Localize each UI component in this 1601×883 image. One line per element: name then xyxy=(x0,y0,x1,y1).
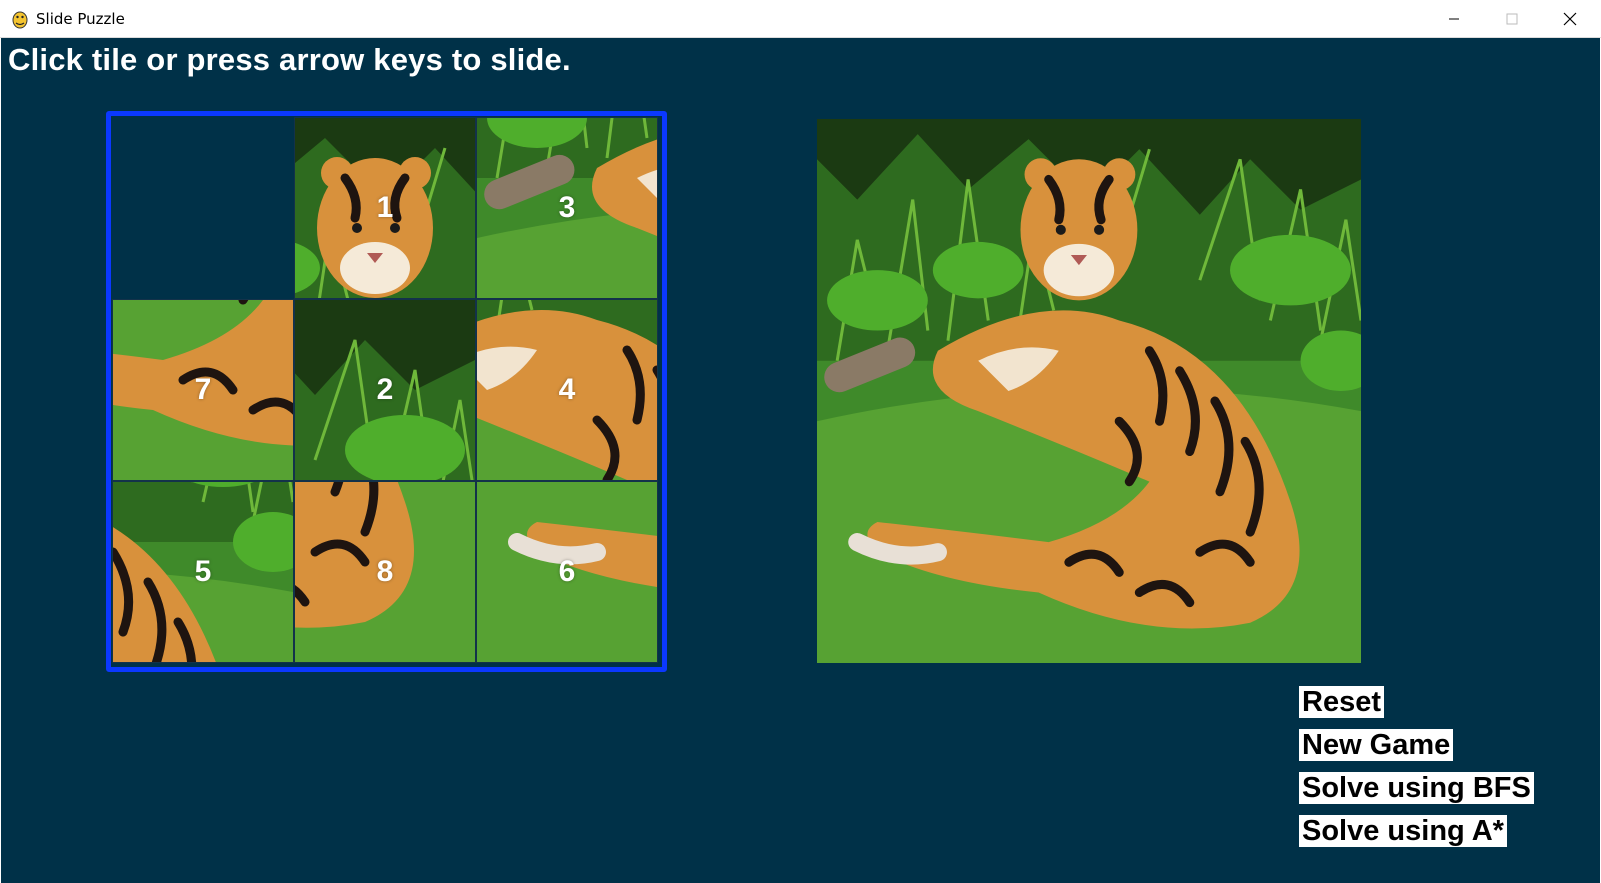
tile-number: 6 xyxy=(558,555,576,588)
maximize-button[interactable] xyxy=(1483,0,1541,38)
puzzle-tile[interactable]: 1 xyxy=(294,117,476,299)
tile-number: 3 xyxy=(558,191,576,224)
tile-number: 8 xyxy=(376,555,394,588)
puzzle-tile[interactable]: 2 xyxy=(294,299,476,481)
puzzle-board: 1 3 7 2 4 5 8 6 xyxy=(106,111,667,672)
puzzle-tile[interactable]: 4 xyxy=(476,299,658,481)
close-button[interactable] xyxy=(1541,0,1599,38)
solve-astar-button[interactable]: Solve using A* xyxy=(1299,815,1507,847)
minimize-button[interactable] xyxy=(1425,0,1483,38)
instructions-text: Click tile or press arrow keys to slide. xyxy=(8,42,571,77)
puzzle-tile[interactable]: 7 xyxy=(112,299,294,481)
puzzle-tile[interactable]: 6 xyxy=(476,481,658,663)
puzzle-tile[interactable]: 5 xyxy=(112,481,294,663)
minimize-icon xyxy=(1449,18,1459,20)
tile-number: 5 xyxy=(194,555,212,588)
solve-bfs-button[interactable]: Solve using BFS xyxy=(1299,772,1534,804)
close-icon xyxy=(1563,12,1577,26)
reset-button[interactable]: Reset xyxy=(1299,686,1384,718)
pygame-snake-icon xyxy=(12,11,28,29)
window-titlebar: Slide Puzzle xyxy=(0,0,1601,38)
puzzle-tile[interactable]: 3 xyxy=(476,117,658,299)
new-game-button[interactable]: New Game xyxy=(1299,729,1454,761)
puzzle-tile[interactable]: 8 xyxy=(294,481,476,663)
window-title: Slide Puzzle xyxy=(36,10,125,28)
tile-number: 7 xyxy=(194,373,212,406)
tile-number: 2 xyxy=(376,373,394,406)
tile-number: 4 xyxy=(558,373,576,406)
empty-slot xyxy=(112,117,294,299)
tile-number: 1 xyxy=(376,191,394,224)
maximize-icon xyxy=(1506,13,1518,25)
reference-image xyxy=(817,119,1361,663)
game-area: Click tile or press arrow keys to slide.… xyxy=(1,38,1600,883)
